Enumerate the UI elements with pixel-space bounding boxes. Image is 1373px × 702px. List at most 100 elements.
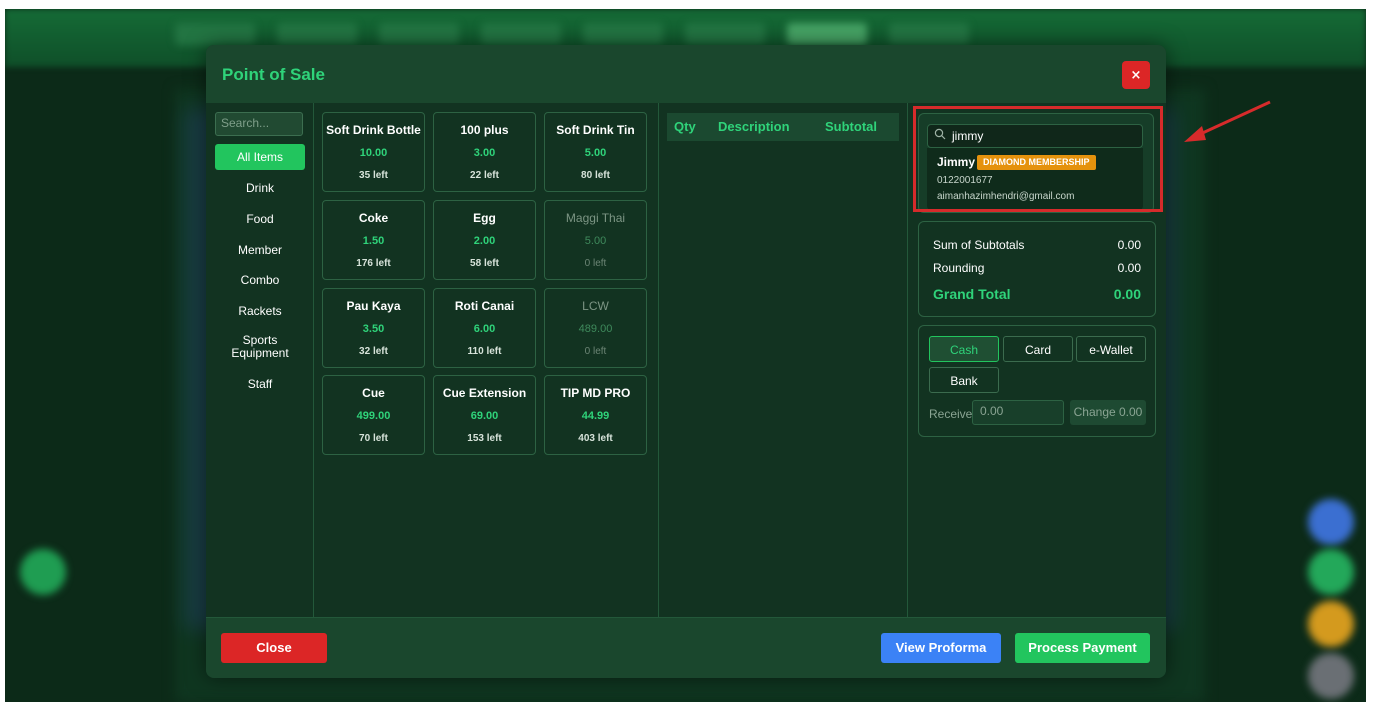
modal-header: Point of Sale ×	[206, 45, 1166, 104]
product-name: Coke	[358, 211, 389, 225]
customer-search-input[interactable]: jimmy	[927, 124, 1143, 148]
pos-modal: Point of Sale × Search... All Items Drin…	[206, 45, 1166, 678]
background-tab	[277, 23, 357, 45]
product-name: Egg	[473, 211, 496, 225]
product-card[interactable]: 100 plus 3.00 22 left	[433, 112, 536, 192]
close-button[interactable]: Close	[221, 633, 327, 663]
grand-total-label: Grand Total	[933, 286, 1011, 302]
product-card[interactable]: Cue 499.00 70 left	[322, 375, 425, 455]
product-card[interactable]: Pau Kaya 3.50 32 left	[322, 288, 425, 368]
product-card-out-of-stock[interactable]: Maggi Thai 5.00 0 left	[544, 200, 647, 280]
product-price: 2.00	[473, 235, 496, 247]
customer-panel: jimmy Jimmy DIAMOND MEMBERSHIP 012200167…	[918, 113, 1154, 213]
product-stock: 153 left	[467, 433, 502, 444]
change-display: Change 0.00	[1070, 400, 1146, 425]
product-price: 3.50	[362, 323, 385, 335]
category-food[interactable]: Food	[215, 212, 305, 226]
product-name: Roti Canai	[454, 299, 515, 313]
background-fab-green-2	[1308, 549, 1354, 595]
product-card[interactable]: Soft Drink Bottle 10.00 35 left	[322, 112, 425, 192]
background-tab	[685, 23, 765, 45]
modal-title: Point of Sale	[222, 65, 325, 84]
product-stock: 32 left	[359, 346, 388, 357]
product-stock: 80 left	[581, 170, 610, 181]
product-card-out-of-stock[interactable]: LCW 489.00 0 left	[544, 288, 647, 368]
product-price: 10.00	[359, 147, 388, 159]
product-card[interactable]: Egg 2.00 58 left	[433, 200, 536, 280]
product-stock: 22 left	[470, 170, 499, 181]
product-stock: 70 left	[359, 433, 388, 444]
background-fab-orange	[1308, 601, 1354, 647]
category-sports-equipment[interactable]: Sports Equipment	[225, 334, 295, 360]
customer-result-item[interactable]: Jimmy DIAMOND MEMBERSHIP 0122001677 aima…	[927, 148, 1143, 210]
category-drink[interactable]: Drink	[215, 181, 305, 195]
search-icon	[934, 128, 946, 140]
product-name: Soft Drink Bottle	[326, 123, 421, 137]
category-member[interactable]: Member	[215, 243, 305, 257]
product-price: 1.50	[362, 235, 385, 247]
category-search-input[interactable]: Search...	[215, 112, 303, 136]
product-price: 6.00	[473, 323, 496, 335]
product-card[interactable]: TIP MD PRO 44.99 403 left	[544, 375, 647, 455]
background-tabs	[175, 23, 969, 45]
product-name: TIP MD PRO	[560, 386, 631, 400]
category-sidebar: Search... All Items Drink Food Member Co…	[206, 103, 314, 617]
rounding-label: Rounding	[933, 261, 985, 275]
product-price: 69.00	[470, 410, 499, 422]
payment-card-button[interactable]: Card	[1003, 336, 1073, 362]
membership-badge: DIAMOND MEMBERSHIP	[977, 155, 1096, 170]
category-combo[interactable]: Combo	[215, 273, 305, 287]
order-table: Qty Description Subtotal	[659, 103, 908, 617]
background-fab-gray	[1308, 653, 1354, 699]
receive-label: Receive	[929, 407, 973, 421]
product-stock: 35 left	[359, 170, 388, 181]
product-card[interactable]: Soft Drink Tin 5.00 80 left	[544, 112, 647, 192]
product-price: 5.00	[584, 235, 607, 247]
payment-cash-button[interactable]: Cash	[929, 336, 999, 362]
category-all-items[interactable]: All Items	[215, 144, 305, 170]
customer-email: aimanhazimhendri@gmail.com	[937, 191, 1075, 202]
annotation-arrow-icon	[1184, 100, 1271, 142]
process-payment-button[interactable]: Process Payment	[1015, 633, 1150, 663]
product-card[interactable]: Roti Canai 6.00 110 left	[433, 288, 536, 368]
product-card[interactable]: Coke 1.50 176 left	[322, 200, 425, 280]
modal-footer: Close View Proforma Process Payment	[206, 617, 1166, 678]
product-price: 44.99	[581, 410, 610, 422]
view-proforma-button[interactable]: View Proforma	[881, 633, 1001, 663]
payment-bank-button[interactable]: Bank	[929, 367, 999, 393]
background-fab-blue	[1308, 499, 1354, 545]
product-name: Cue	[362, 386, 385, 400]
product-price: 499.00	[356, 410, 391, 422]
product-card[interactable]: Cue Extension 69.00 153 left	[433, 375, 536, 455]
column-subtotal: Subtotal	[825, 119, 877, 134]
product-grid: Soft Drink Bottle 10.00 35 left 100 plus…	[314, 103, 659, 617]
product-price: 5.00	[584, 147, 607, 159]
background-tab	[379, 23, 459, 45]
product-name: LCW	[582, 299, 609, 313]
payment-panel: Cash Card e-Wallet Bank Receive 0.00 Cha…	[918, 325, 1156, 437]
payment-ewallet-button[interactable]: e-Wallet	[1076, 336, 1146, 362]
product-name: Pau Kaya	[346, 299, 401, 313]
background-tab	[481, 23, 561, 45]
product-stock: 403 left	[578, 433, 613, 444]
receive-input[interactable]: 0.00	[972, 400, 1064, 425]
product-stock: 110 left	[467, 346, 502, 357]
rounding-value: 0.00	[1117, 261, 1141, 275]
product-stock: 0 left	[584, 258, 607, 269]
product-name: Soft Drink Tin	[556, 123, 635, 137]
category-staff[interactable]: Staff	[215, 377, 305, 391]
category-rackets[interactable]: Rackets	[215, 304, 305, 318]
product-name: Maggi Thai	[565, 211, 626, 225]
background-tab	[787, 23, 867, 45]
modal-body: Search... All Items Drink Food Member Co…	[206, 103, 1166, 617]
customer-name: Jimmy	[937, 155, 976, 169]
close-icon[interactable]: ×	[1122, 61, 1150, 89]
product-name: Cue Extension	[442, 386, 527, 400]
background-fab-green	[20, 549, 66, 595]
product-stock: 176 left	[356, 258, 391, 269]
product-stock: 0 left	[584, 346, 607, 357]
product-name: 100 plus	[460, 123, 509, 137]
product-price: 489.00	[578, 323, 613, 335]
order-table-header: Qty Description Subtotal	[667, 113, 899, 141]
checkout-panel: jimmy Jimmy DIAMOND MEMBERSHIP 012200167…	[908, 103, 1166, 617]
